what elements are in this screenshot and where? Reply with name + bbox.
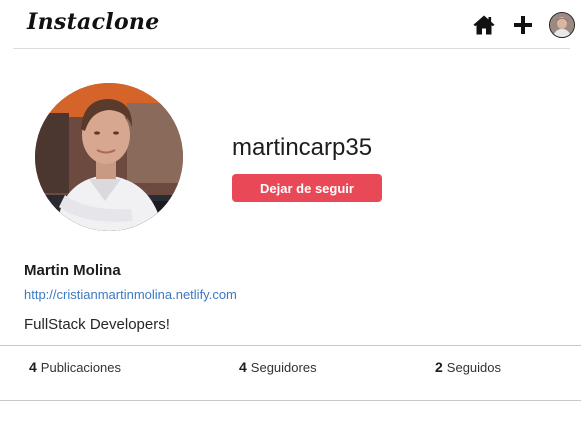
profile-bio: FullStack Developers! [24, 316, 170, 333]
header-divider [13, 48, 570, 49]
stat-following-label: Seguidos [446, 360, 502, 375]
plus-icon[interactable] [511, 13, 535, 37]
profile-username: martincarp35 [232, 134, 373, 161]
stat-posts-label: Publicaciones [40, 360, 122, 375]
user-avatar-icon[interactable] [549, 12, 575, 38]
stat-followers-label: Seguidores [250, 360, 317, 375]
home-icon[interactable] [472, 13, 496, 37]
stats-divider-bottom [0, 400, 581, 401]
stat-posts: 4 Publicaciones [29, 359, 121, 375]
app-logo[interactable]: Instaclone [27, 9, 160, 35]
profile-photo [35, 83, 183, 231]
stat-followers[interactable]: 4 Seguidores [239, 359, 317, 375]
unfollow-button[interactable]: Dejar de seguir [232, 174, 382, 202]
profile-website-link[interactable]: http://cristianmartinmolina.netlify.com [24, 287, 237, 302]
stat-followers-count: 4 [239, 359, 247, 375]
top-navbar: Instaclone [0, 0, 581, 50]
stat-following-count: 2 [435, 359, 443, 375]
stat-posts-count: 4 [29, 359, 37, 375]
profile-full-name: Martin Molina [24, 262, 121, 279]
stats-divider-top [0, 345, 581, 346]
stat-following[interactable]: 2 Seguidos [435, 359, 501, 375]
